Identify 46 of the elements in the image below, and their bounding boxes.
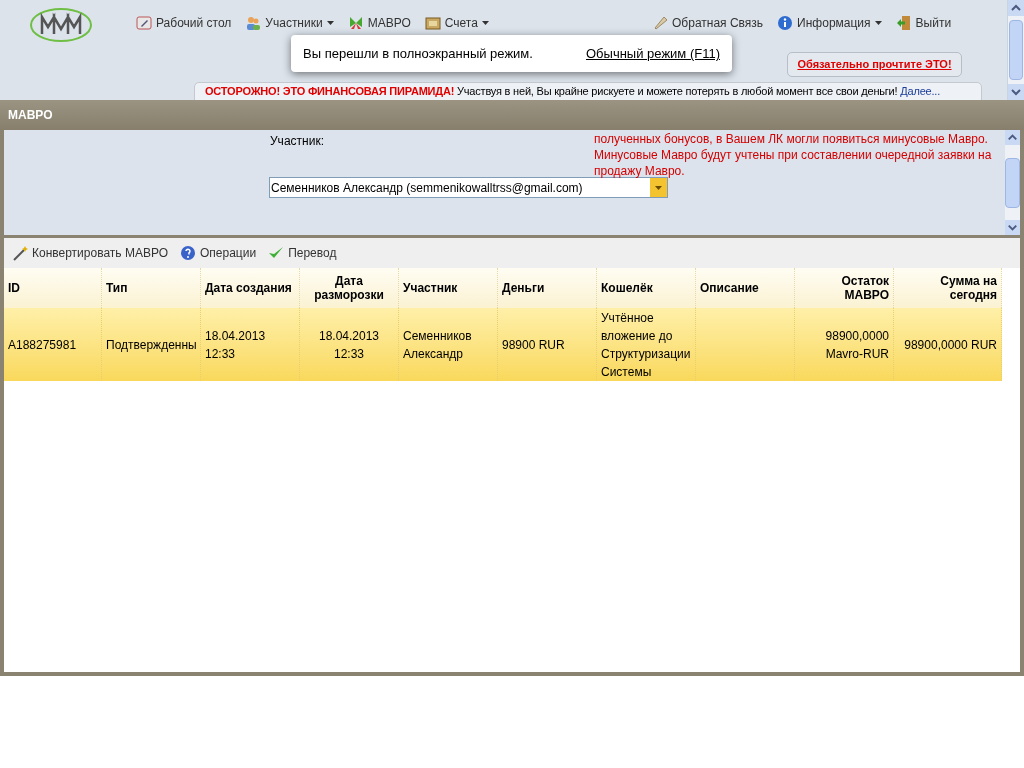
table-cell-text: 98900 RUR [502, 336, 565, 354]
info-icon [777, 15, 794, 31]
notice-text: полученных бонусов, в Вашем ЛК могли появиться минусовые Мавро. Минусовые Мавро будут учтены при составлении очередной заявки на продажу Мавро. [594, 131, 993, 179]
table-cell-text: 18.04.2013 12:33 [317, 327, 381, 363]
panel-title: МАВРО [8, 107, 53, 124]
nav-link[interactable]: Обратная Связь [652, 14, 764, 32]
nav-link[interactable]: Выйти [895, 14, 952, 32]
warning-text: Участвуя в ней, Вы крайне рискуете и можете потерять в любой момент все свои деньги! [457, 85, 898, 97]
scrollbar[interactable] [1007, 0, 1024, 100]
scroll-down-icon[interactable] [1005, 220, 1020, 235]
more-link[interactable]: Далее... [900, 85, 941, 97]
dropdown-caret-icon[interactable] [650, 178, 667, 197]
table-cell-text: 98900,0000 Mavro-RUR [824, 327, 889, 363]
nav-link[interactable]: МАВРО [347, 14, 411, 32]
mmm-logo[interactable] [30, 7, 92, 43]
help-icon [180, 245, 196, 261]
normal-mode-link[interactable]: Обычный режим (F11) [586, 43, 720, 64]
table-cell-text: Подтвержденны [106, 336, 197, 354]
table-cell-text: 18.04.2013 12:33 [205, 327, 267, 363]
toolbar-button[interactable]: Перевод [268, 244, 337, 262]
panel-scrollbar[interactable] [1005, 130, 1020, 235]
table-cell-text: 98900,0000 RUR [904, 336, 997, 354]
people-icon [245, 15, 262, 31]
table-cell-text: A188275981 [8, 336, 77, 354]
participant-select[interactable]: Семенников Александр (semmenikowalltrss@gmail.com) [269, 177, 668, 198]
ticket-icon [652, 15, 668, 31]
nav-link[interactable]: Участники [245, 14, 334, 32]
toolbar-button[interactable]: Операции [180, 244, 257, 262]
nav-link[interactable]: Рабочий стол [136, 14, 232, 32]
table-cell-text: Учтённое вложение до Структуризации Системы [601, 309, 691, 381]
scroll-up-icon[interactable] [1008, 0, 1024, 16]
magic-wand-icon [12, 245, 28, 261]
participant-label: Участник: [270, 133, 324, 150]
toolbar-button[interactable]: Конвертировать МАВРО [12, 244, 168, 262]
scroll-down-icon[interactable] [1008, 84, 1024, 100]
scroll-up-icon[interactable] [1005, 130, 1020, 145]
notice-message: Вы перешли в полноэкранный режим. [303, 44, 533, 63]
scroll-thumb[interactable] [1009, 20, 1023, 80]
read-this-button[interactable]: Обязательно прочтите ЭТО! [787, 52, 962, 77]
warning-heading: ОСТОРОЖНО! ЭТО ФИНАНСОВАЯ ПИРАМИДА! [205, 85, 455, 97]
nav-link[interactable]: Счета [424, 14, 489, 32]
exit-door-icon [895, 15, 912, 31]
scroll-thumb[interactable] [1005, 157, 1020, 208]
table-cell-text: Семенников Александр [403, 327, 473, 363]
butterfly-icon [347, 15, 364, 31]
nav-link[interactable]: Информация [777, 14, 882, 32]
